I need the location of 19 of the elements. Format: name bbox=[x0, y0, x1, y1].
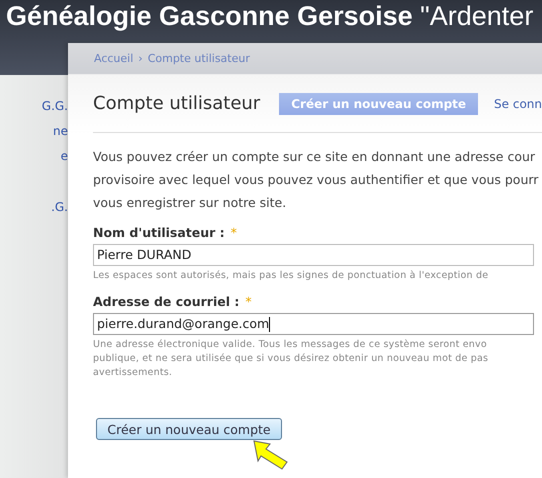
required-mark: * bbox=[245, 294, 252, 309]
sidebar-link[interactable]: ne bbox=[53, 123, 68, 148]
input-field[interactable]: Pierre DURAND bbox=[93, 244, 534, 266]
tab[interactable]: Se conn bbox=[494, 92, 542, 114]
sidebar-link[interactable]: G.G. bbox=[42, 98, 68, 123]
sidebar-link[interactable]: e bbox=[60, 148, 68, 173]
field-description: Une adresse électronique valide. Tous les messages de ce système seront envo publique, et ne sera utilisée que si vous désirez obtenir un nouveau mot de pas avertissements. bbox=[93, 338, 490, 380]
field-label: Adresse de courriel : bbox=[93, 294, 240, 309]
intro-text: Vous pouvez créer un compte sur ce site en donnant une adresse cour provisoire avec lequel vous pouvez vous authentifier et que vous pourr vous enregistrer sur notre site. bbox=[93, 148, 540, 212]
page-title: Compte utilisateur bbox=[93, 93, 262, 114]
field-label: Nom d'utilisateur : bbox=[93, 225, 225, 240]
breadcrumb-separator: › bbox=[138, 52, 143, 65]
required-mark: * bbox=[230, 225, 237, 240]
field-description: Les espaces sont autorisés, mais pas les signes de ponctuation à l'exception de bbox=[93, 269, 490, 283]
sidebar-link[interactable]: .G. bbox=[51, 199, 68, 224]
input-field[interactable]: pierre.durand@orange.com bbox=[93, 313, 534, 335]
site-title: Généalogie Gasconne Gersoise "Ardenter bbox=[5, 0, 534, 32]
pointer-arrow-icon bbox=[253, 440, 289, 470]
submit-button[interactable]: Créer un nouveau compte bbox=[96, 418, 282, 440]
